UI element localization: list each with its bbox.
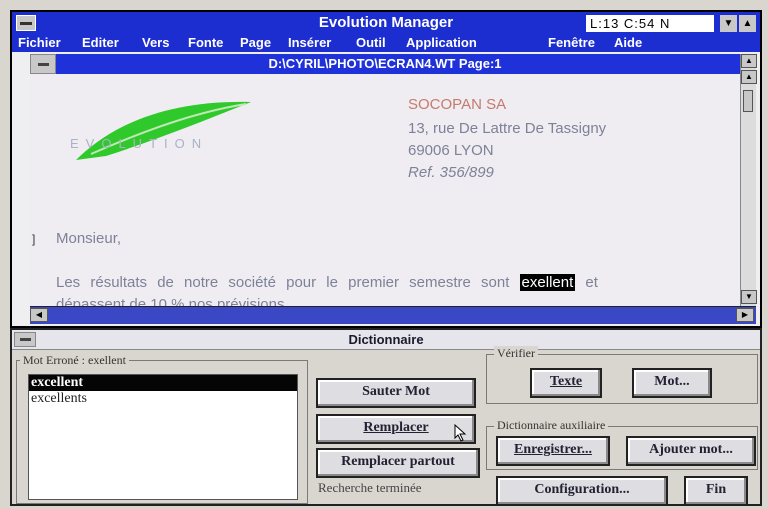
suggestion-list[interactable]: excellent excellents: [28, 374, 298, 500]
list-item[interactable]: excellent: [29, 375, 297, 391]
body-line-2: dépassent de 10 % nos prévisions.: [56, 296, 289, 306]
body-text: Les résultats de notre société pour le p…: [56, 274, 510, 291]
scroll-left-icon[interactable]: ◀: [30, 308, 48, 322]
menu-application[interactable]: Application: [406, 34, 477, 52]
misspelled-word[interactable]: exellent: [519, 274, 576, 291]
mouse-pointer-icon: [454, 424, 467, 442]
menu-fonte[interactable]: Fonte: [188, 34, 223, 52]
vertical-scrollbar[interactable]: ▲ ▲ ▼: [740, 54, 757, 306]
search-status: Recherche terminée: [318, 480, 422, 495]
scroll-right-icon[interactable]: ▶: [736, 308, 754, 322]
logo-text: EVOLUTION: [70, 136, 209, 151]
save-button[interactable]: Enregistrer...: [496, 436, 610, 466]
word-button[interactable]: Mot...: [632, 368, 712, 398]
skip-word-button[interactable]: Sauter Mot: [316, 378, 476, 408]
reference: Ref. 356/899: [408, 164, 494, 181]
menu-page[interactable]: Page: [240, 34, 271, 52]
menu-inserer[interactable]: Insérer: [288, 34, 331, 52]
dialog-system-menu[interactable]: [14, 332, 36, 347]
replace-button[interactable]: Remplacer: [316, 414, 476, 444]
auxiliary-dictionary-label: Dictionnaire auxiliaire: [494, 418, 609, 433]
list-item[interactable]: excellents: [29, 391, 297, 407]
evolution-leaf-logo: [76, 101, 251, 160]
address-line-1: 13, rue De Lattre De Tassigny: [408, 120, 607, 137]
dialog-title: Dictionnaire: [12, 330, 760, 350]
scroll-up-icon[interactable]: ▲: [741, 54, 757, 68]
verify-label: Vérifier: [494, 346, 538, 361]
end-button[interactable]: Fin: [684, 476, 748, 506]
body-line-1: Les résultats de notre société pour le p…: [56, 274, 598, 291]
body-text-end: et: [585, 274, 598, 291]
company-name: SOCOPAN SA: [408, 96, 507, 113]
menu-aide[interactable]: Aide: [614, 34, 642, 52]
horizontal-scrollbar[interactable]: ◀ ▶: [30, 306, 756, 324]
cursor-status: L:13 C:54 N: [586, 15, 714, 32]
text-button[interactable]: Texte: [530, 368, 602, 398]
scroll-page-up-icon[interactable]: ▲: [741, 70, 757, 84]
document-area[interactable]: EVOLUTION SOCOPAN SA 13, rue De Lattre D…: [30, 74, 740, 306]
title-bar: Evolution Manager L:13 C:54 N ▼ ▲: [12, 12, 760, 34]
menu-vers[interactable]: Vers: [142, 34, 169, 52]
wrong-word-label: Mot Erroné : exellent: [20, 353, 129, 368]
verify-group: [486, 354, 758, 404]
dictionary-dialog: Dictionnaire Mot Erroné : exellent excel…: [10, 328, 762, 506]
configuration-button[interactable]: Configuration...: [496, 476, 668, 506]
paragraph-marker: ]: [32, 232, 36, 246]
address-line-2: 69006 LYON: [408, 142, 494, 159]
minimize-button[interactable]: ▼: [720, 15, 737, 32]
menu-fichier[interactable]: Fichier: [18, 34, 61, 52]
scroll-down-icon[interactable]: ▼: [741, 290, 757, 304]
add-word-button[interactable]: Ajouter mot...: [626, 436, 756, 466]
menu-editer[interactable]: Editer: [82, 34, 119, 52]
salutation: Monsieur,: [56, 230, 122, 247]
replace-all-button[interactable]: Remplacer partout: [316, 448, 480, 478]
document-system-menu[interactable]: [30, 54, 56, 74]
maximize-button[interactable]: ▲: [739, 15, 756, 32]
menu-outil[interactable]: Outil: [356, 34, 386, 52]
menu-fenetre[interactable]: Fenêtre: [548, 34, 595, 52]
menu-bar: Fichier Editer Vers Fonte Page Insérer O…: [12, 34, 760, 52]
document-title-bar: D:\CYRIL\PHOTO\ECRAN4.WT Page:1: [30, 54, 740, 74]
scroll-thumb[interactable]: [743, 90, 753, 112]
